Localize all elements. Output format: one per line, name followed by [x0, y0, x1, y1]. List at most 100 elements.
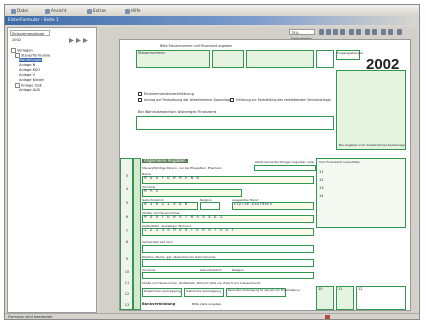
zoom-in-icon[interactable]: [349, 29, 354, 35]
side-label-14: 14: [319, 194, 324, 198]
row-number: 10: [124, 270, 130, 274]
side-label-12: 12: [319, 178, 324, 182]
strasse2-label: Straße und Hausnummer, Postleitzahl, Woh…: [142, 281, 261, 285]
forward-icon[interactable]: [76, 38, 81, 43]
view-icon: [45, 8, 50, 14]
code-field[interactable]: [316, 50, 334, 68]
first-page-icon[interactable]: [319, 29, 324, 35]
tree-label: Anlage AUS: [19, 88, 40, 92]
status-bar: Formular wird bearbeitet: [5, 313, 419, 319]
eingangsstempel-label: Eingangsstempel: [337, 51, 363, 55]
telefon-field[interactable]: [254, 165, 316, 171]
menu-label: Hilfe: [131, 8, 141, 13]
next-icon[interactable]: [83, 38, 88, 43]
document-title-bar: ElsterFormular - Seite 1: [5, 16, 419, 25]
zoom-select[interactable]: 75% Seitenbreite: [289, 29, 315, 41]
checkbox2-label: Antrag auf Festsetzung der Arbeitnehmer-…: [144, 98, 233, 102]
steuernummer-label: Steuernummer: [138, 51, 166, 55]
next-page-icon[interactable]: [333, 29, 338, 35]
last-page-icon[interactable]: [340, 29, 345, 35]
form-toolbar: 75% Seitenbreite: [289, 28, 415, 41]
row-number: 6: [125, 215, 129, 219]
wohnsitzwechsel-field[interactable]: [136, 116, 334, 130]
bankverbindung-label: Bankverbindung: [142, 302, 176, 306]
getrennte-label: Getrennte Veranlagung: [186, 289, 222, 293]
tree-label: Anlage N: [19, 63, 36, 67]
navigation-sidebar: Einkommensteuer 2002 Vorlagen Steuerform…: [7, 27, 97, 313]
back-icon[interactable]: [69, 38, 74, 43]
close-icon[interactable]: [397, 29, 402, 35]
row-number: 9: [125, 257, 129, 261]
besondere-label: Besondere Veranlagung für das Jahr der E…: [228, 289, 300, 292]
ehefrau-name-field[interactable]: [142, 259, 314, 267]
tree-label: Anlage KSO: [19, 68, 41, 72]
menu-label: Extras: [93, 8, 107, 13]
menu-label: Datei: [17, 8, 29, 13]
form-page: Bitte Steuernummer und Finanzamt angeben…: [119, 39, 411, 311]
row-number: 5: [125, 201, 129, 205]
checkbox3-label: Erklärung zur Feststellung des verbleibe…: [236, 98, 331, 102]
menu-label: Ansicht: [51, 8, 67, 13]
amtliche-felder: [316, 158, 406, 228]
form-workarea: 75% Seitenbreite Bitte Steuernummer und …: [99, 27, 417, 313]
header-caption: Bitte Steuernummer und Finanzamt angeben: [160, 44, 233, 48]
tree-label: Mantelbogen: [19, 58, 43, 62]
code-box-label: 12: [358, 287, 363, 291]
checkbox-einkommensteuer[interactable]: [138, 92, 142, 96]
prev-page-icon[interactable]: [326, 29, 331, 35]
side-note-2: Vom Finanzamt auszufüllen: [319, 160, 361, 164]
form-selector[interactable]: Einkommensteuer 2002: [10, 30, 50, 42]
row-number: 4: [125, 187, 129, 191]
finanzamt-field[interactable]: [212, 50, 244, 68]
check-icon[interactable]: [372, 29, 377, 35]
document-title: ElsterFormular - Seite 1: [8, 18, 59, 23]
row-number: 8: [125, 240, 129, 244]
send-icon[interactable]: [381, 29, 386, 35]
row-number: 3: [125, 174, 129, 178]
ehefrau-details-field[interactable]: [142, 272, 314, 279]
checkbox-verlustvortrag[interactable]: [230, 98, 234, 102]
wohnsitzwechsel-label: Bei Wohnsitzwechsel: bisheriges Finanzam…: [138, 110, 217, 114]
steuerpflichtiger-label: Steuerpflichtige Person, nur bei Ehegatt…: [142, 166, 222, 170]
row-number: 11: [124, 281, 130, 285]
error-indicator-icon: [325, 315, 330, 319]
row-code-column: [133, 158, 141, 310]
code-box-12[interactable]: [356, 286, 406, 310]
verheiratet-label: Verheiratet seit dem: [142, 240, 173, 244]
side-label-11: 11: [319, 170, 324, 174]
religion-field[interactable]: [200, 202, 220, 210]
application-window: Datei Ansicht Extras Hilfe ElsterFormula…: [4, 4, 420, 320]
tree-label: Vorlagen: [17, 48, 33, 53]
row-number: 13: [124, 303, 130, 307]
side-note-1: Bei Angaben zum Arbeitnehmer-Sparzulage: [339, 143, 405, 147]
code-box-label: 11: [338, 287, 343, 291]
zusammenveranlagung-label: Zusammen-veranlagung: [144, 289, 181, 293]
plz-value: 1 2 3 4 5 M U S T E R S T A D T: [144, 229, 235, 233]
code-box-label: 10: [318, 287, 323, 291]
menu-hilfe[interactable]: Hilfe: [125, 7, 141, 14]
help-icon: [125, 8, 130, 14]
help-icon[interactable]: [388, 29, 393, 35]
name-value: M U S T E R M A N N: [144, 177, 200, 181]
checkbox-sparzulage[interactable]: [138, 98, 142, 102]
zoom-out-icon[interactable]: [356, 29, 361, 35]
print-icon[interactable]: [365, 29, 370, 35]
tree-item-anlage-aus[interactable]: Anlage AUS: [11, 88, 95, 93]
tree-label: Anlage GSE: [21, 83, 42, 88]
verheiratet-field[interactable]: [142, 245, 314, 253]
bitte-angeben-label: Bitte stets angeben: [192, 302, 222, 306]
beruf-value: Diplom-Kaufmann: [234, 203, 273, 207]
menu-extras[interactable]: Extras: [87, 7, 106, 14]
tree-label: Anlage V: [19, 73, 36, 77]
geburtsdatum-value: 0 1 0 1 1 9 6 0: [144, 203, 188, 207]
tree-label: Steuerformulare: [21, 53, 51, 58]
checkbox1-label: Einkommensteuererklärung: [144, 92, 194, 96]
strasse-value: M U S T E R S T R A S S E 1: [144, 216, 223, 220]
row-number: 7: [125, 229, 129, 233]
menu-datei[interactable]: Datei: [11, 7, 28, 14]
sidebar-toolbar: [67, 38, 93, 44]
vorname-value: M A X: [144, 190, 159, 194]
menu-ansicht[interactable]: Ansicht: [45, 7, 66, 14]
finanzamt-name-field[interactable]: [246, 50, 314, 68]
row-number: 12: [124, 292, 130, 296]
